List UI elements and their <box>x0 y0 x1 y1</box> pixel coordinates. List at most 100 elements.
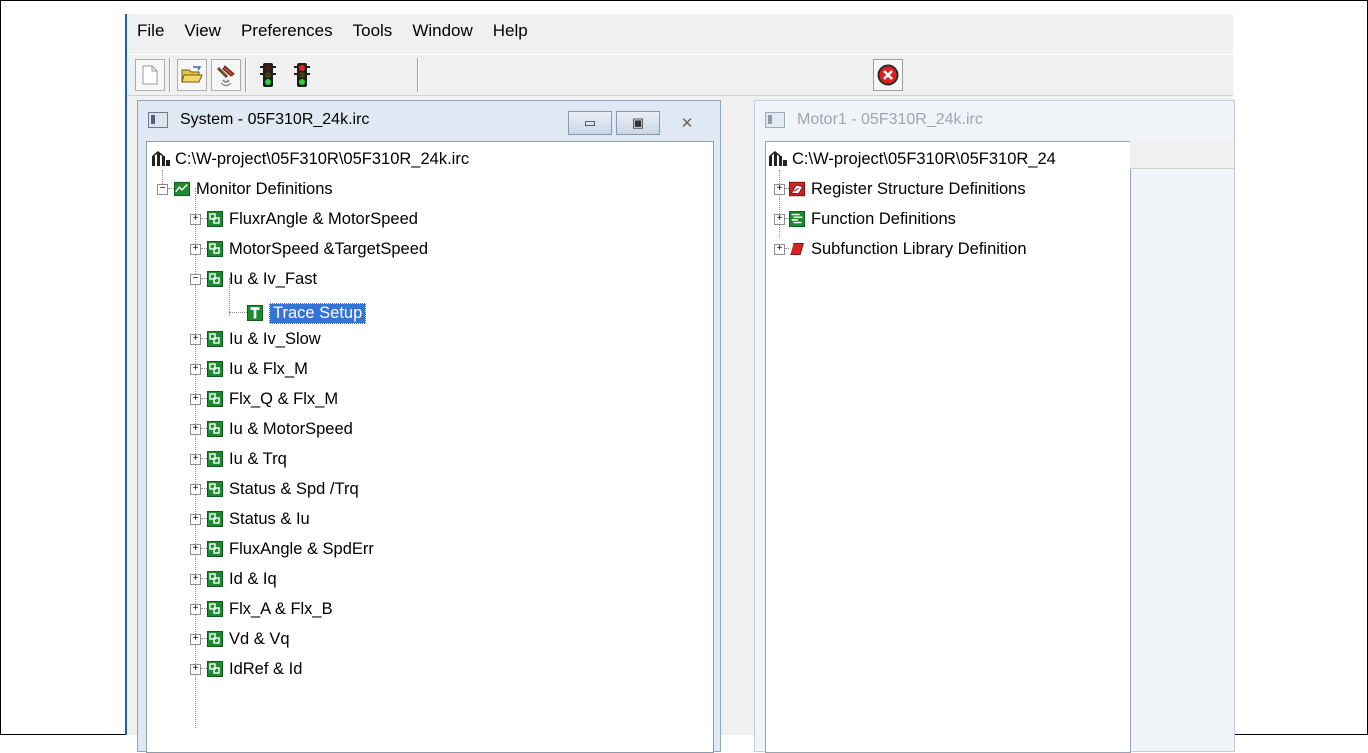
tree-node-function-definitions[interactable]: + Function Definitions <box>774 204 956 234</box>
expand-icon[interactable]: + <box>190 483 201 495</box>
menu-view[interactable]: View <box>174 21 231 41</box>
menu-tools[interactable]: Tools <box>343 21 403 41</box>
tree-node-monitor-item[interactable]: + FluxAngle & SpdErr <box>190 534 374 564</box>
tree-node-monitor-item[interactable]: + Iu & Flx_M <box>190 354 308 384</box>
restore-icon: ▣ <box>631 115 645 130</box>
tree-node-monitor-item[interactable]: + Iu & Trq <box>190 444 287 474</box>
motor-window-title: Motor1 - 05F310R_24k.irc <box>797 111 983 128</box>
tree-node-monitor-item[interactable]: − Iu & Iv_Fast <box>190 264 317 294</box>
menu-help[interactable]: Help <box>483 21 538 41</box>
restore-button[interactable]: ▣ <box>616 111 660 135</box>
menu-file[interactable]: File <box>127 21 174 41</box>
monitor-item-icon <box>207 391 223 407</box>
tree-label: Vd & Vq <box>229 629 290 648</box>
menu-window[interactable]: Window <box>402 21 482 41</box>
menu-bar: File View Preferences Tools Window Help <box>127 14 1233 48</box>
expand-icon[interactable]: + <box>190 543 201 555</box>
new-file-button[interactable] <box>135 59 165 91</box>
tree-node-subfunction-library[interactable]: + Subfunction Library Definition <box>774 234 1027 264</box>
monitor-item-icon <box>207 601 223 617</box>
traffic-light-red-icon <box>294 63 310 87</box>
expand-icon[interactable]: + <box>190 333 201 345</box>
tree-label: Status & Iu <box>229 509 310 528</box>
new-file-icon <box>142 65 158 85</box>
tree-node-monitor-item[interactable]: + Status & Spd /Trq <box>190 474 359 504</box>
connect-tool-icon <box>216 65 235 86</box>
tree-node-monitor-definitions[interactable]: − Monitor Definitions <box>157 174 333 204</box>
traffic-light-green-icon <box>260 63 276 87</box>
toolbar-separator <box>245 58 247 92</box>
tree-label: Function Definitions <box>811 209 956 228</box>
stop-button[interactable] <box>873 59 903 91</box>
trace-setup-label: Trace Setup <box>269 302 367 324</box>
expand-icon[interactable]: + <box>190 243 201 255</box>
tree-label: FluxAngle & SpdErr <box>229 539 374 558</box>
expand-icon[interactable]: + <box>774 243 785 255</box>
run-green-button[interactable] <box>253 59 283 91</box>
expand-icon[interactable]: + <box>190 453 201 465</box>
motor-window-titlebar[interactable]: Motor1 - 05F310R_24k.irc <box>755 101 1234 139</box>
tree-label: Iu & Iv_Fast <box>229 269 318 288</box>
expand-icon[interactable]: + <box>190 573 201 585</box>
motor-tree[interactable]: C:\W-project\05F310R\05F310R_24 + Regist… <box>765 141 1131 753</box>
tree-node-register-structure[interactable]: + Register Structure Definitions <box>774 174 1026 204</box>
monitor-item-icon <box>207 211 223 227</box>
expand-icon[interactable]: + <box>190 393 201 405</box>
monitor-item-icon <box>207 241 223 257</box>
tree-node-monitor-item[interactable]: + Flx_A & Flx_B <box>190 594 333 624</box>
connect-button[interactable] <box>211 59 241 91</box>
expand-icon[interactable]: + <box>190 633 201 645</box>
tree-node-monitor-item[interactable]: + Id & Iq <box>190 564 277 594</box>
tree-label: Status & Spd /Trq <box>229 479 359 498</box>
monitor-item-icon <box>207 511 223 527</box>
register-structure-icon <box>789 181 805 197</box>
tree-node-monitor-item[interactable]: + MotorSpeed &TargetSpeed <box>190 234 428 264</box>
tree-label: Iu & Flx_M <box>229 359 308 378</box>
monitor-item-icon <box>207 361 223 377</box>
motor-column-header <box>1130 141 1234 169</box>
close-icon: ✕ <box>680 115 694 132</box>
open-folder-icon <box>181 66 203 83</box>
project-icon <box>152 151 170 166</box>
collapse-icon[interactable]: − <box>190 273 201 285</box>
expand-icon[interactable]: + <box>774 213 785 225</box>
tree-node-monitor-item[interactable]: + IdRef & Id <box>190 654 302 684</box>
system-window-titlebar[interactable]: System - 05F310R_24k.irc ▭ ▣ ✕ <box>138 101 720 139</box>
close-button[interactable]: ✕ <box>664 111 710 135</box>
monitor-item-icon <box>207 661 223 677</box>
expand-icon[interactable]: + <box>190 663 201 675</box>
open-button[interactable] <box>177 59 207 91</box>
tree-node-monitor-item[interactable]: + Vd & Vq <box>190 624 290 654</box>
expand-icon[interactable]: + <box>190 513 201 525</box>
tree-node-monitor-item[interactable]: + FluxrAngle & MotorSpeed <box>190 204 418 234</box>
minimize-button[interactable]: ▭ <box>568 111 612 135</box>
monitor-item-icon <box>207 331 223 347</box>
tree-root[interactable]: C:\W-project\05F310R\05F310R_24 <box>768 144 1056 174</box>
monitor-item-icon <box>207 421 223 437</box>
tree-label: Register Structure Definitions <box>811 179 1026 198</box>
tree-node-monitor-item[interactable]: + Iu & MotorSpeed <box>190 414 353 444</box>
expand-icon[interactable]: + <box>190 213 201 225</box>
tree-node-monitor-item[interactable]: + Iu & Iv_Slow <box>190 324 321 354</box>
expand-icon[interactable]: + <box>190 423 201 435</box>
toolbar-separator <box>417 58 419 92</box>
menu-preferences[interactable]: Preferences <box>231 21 343 41</box>
collapse-icon[interactable]: − <box>157 183 168 195</box>
root-path-label: C:\W-project\05F310R\05F310R_24 <box>792 149 1056 168</box>
tree-node-trace-setup[interactable]: Trace Setup <box>229 298 367 328</box>
expand-icon[interactable]: + <box>774 183 785 195</box>
tree-label: MotorSpeed &TargetSpeed <box>229 239 429 258</box>
tree-dots <box>229 312 247 314</box>
tree-node-monitor-item[interactable]: + Status & Iu <box>190 504 310 534</box>
app-window: File View Preferences Tools Window Help <box>125 14 1235 753</box>
tree-root[interactable]: C:\W-project\05F310R\05F310R_24k.irc <box>151 144 469 174</box>
window-icon <box>765 112 785 128</box>
function-definitions-icon <box>789 211 805 227</box>
system-tree[interactable]: C:\W-project\05F310R\05F310R_24k.irc − M… <box>146 141 714 753</box>
run-red-button[interactable] <box>287 59 317 91</box>
system-window: System - 05F310R_24k.irc ▭ ▣ ✕ C:\W-proj… <box>137 100 721 753</box>
expand-icon[interactable]: + <box>190 603 201 615</box>
expand-icon[interactable]: + <box>190 363 201 375</box>
tree-label: Iu & Trq <box>229 449 287 468</box>
tree-node-monitor-item[interactable]: + Flx_Q & Flx_M <box>190 384 338 414</box>
